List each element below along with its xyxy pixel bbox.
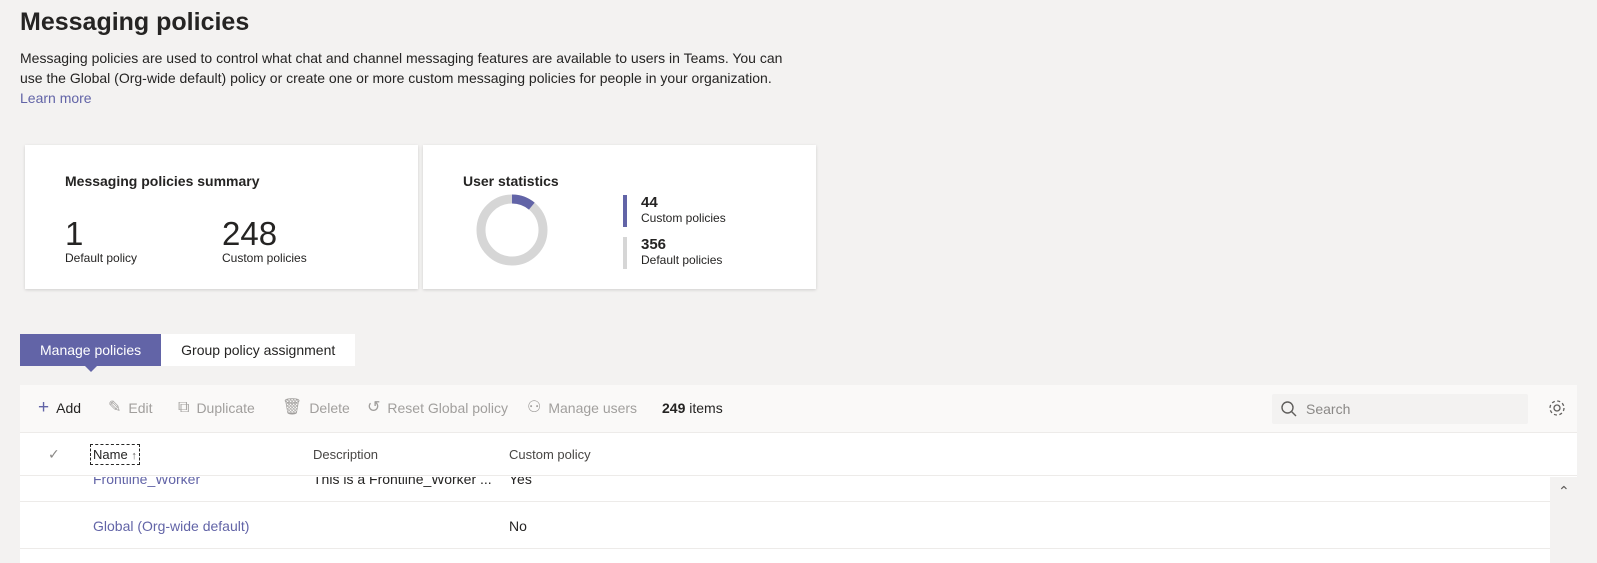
grid-toolbar: + Add ✎ Edit ⧉ Duplicate 🗑 Delete ↺ Rese… [20, 385, 1577, 433]
tab-manage-policies[interactable]: Manage policies [20, 334, 162, 372]
user-stats-donut-chart [476, 194, 548, 266]
duplicate-label: Duplicate [196, 400, 255, 416]
page-title: Messaging policies [20, 8, 250, 36]
search-icon [1281, 401, 1297, 417]
user-stats-title: User statistics [463, 173, 559, 189]
default-policies-value: 356 [641, 236, 667, 253]
table-body: Frontline_Worker This is a Frontline_Wor… [20, 477, 1550, 563]
select-all-checkmark-icon[interactable]: ✓ [48, 446, 60, 463]
delete-label: Delete [309, 400, 350, 416]
custom-policy-label: Custom policies [222, 251, 307, 265]
duplicate-icon: ⧉ [178, 399, 190, 416]
donut-track [476, 194, 548, 266]
trash-icon: 🗑 [282, 399, 303, 416]
plus-icon: + [38, 397, 50, 418]
vertical-scrollbar[interactable]: ⌃ [1550, 477, 1577, 563]
search-input[interactable] [1306, 401, 1516, 417]
table-header: ✓ Name ↑ Description Custom policy [20, 434, 1577, 476]
summary-title: Messaging policies summary [65, 173, 260, 189]
gear-icon[interactable] [1547, 398, 1567, 418]
policy-name-link[interactable]: Global (Org-wide default) [93, 518, 249, 534]
manage-users-label: Manage users [548, 400, 638, 416]
add-label: Add [56, 400, 82, 416]
edit-label: Edit [128, 400, 153, 416]
table-row[interactable]: Global (Org-wide default) No [20, 502, 1550, 549]
custom-policy-value: No [509, 518, 527, 534]
summary-card: Messaging policies summary 1 Default pol… [25, 145, 418, 289]
default-policies-stat: 356 Default policies [623, 237, 722, 269]
default-policy-count: 1 [65, 215, 84, 252]
column-header-custom-policy[interactable]: Custom policy [509, 447, 591, 462]
reset-label: Reset Global policy [387, 400, 509, 416]
policy-description: This is a Frontline_Worker ... [313, 477, 492, 487]
custom-policy-value: Yes [509, 477, 532, 487]
default-policies-label: Default policies [641, 253, 723, 267]
item-count-number: 249 [662, 400, 686, 416]
learn-more-link[interactable]: Learn more [20, 90, 92, 106]
delete-button[interactable]: 🗑 Delete [282, 399, 350, 417]
pencil-icon: ✎ [108, 399, 122, 416]
duplicate-button[interactable]: ⧉ Duplicate [178, 399, 255, 417]
policy-name-link[interactable]: Frontline_Worker [93, 477, 200, 487]
edit-button[interactable]: ✎ Edit [108, 399, 153, 417]
add-button[interactable]: + Add [38, 397, 82, 418]
page-description: Messaging policies are used to control w… [20, 48, 790, 108]
custom-policies-label: Custom policies [641, 211, 726, 225]
custom-policy-count: 248 [222, 215, 278, 252]
chevron-up-icon[interactable]: ⌃ [1558, 483, 1570, 500]
search-box[interactable] [1272, 394, 1528, 424]
intro-text: Messaging policies are used to control w… [20, 50, 783, 86]
item-count-label: items [689, 400, 723, 416]
manage-users-icon: ⚇ [527, 399, 542, 416]
default-policy-label: Default policy [65, 251, 138, 265]
reset-global-policy-button[interactable]: ↺ Reset Global policy [367, 399, 509, 417]
sort-up-icon: ↑ [131, 450, 137, 462]
manage-users-button[interactable]: ⚇ Manage users [527, 399, 638, 417]
tab-group-policy-assignment[interactable]: Group policy assignment [161, 334, 356, 366]
custom-policies-value: 44 [641, 194, 658, 211]
table-row[interactable]: Frontline_Worker This is a Frontline_Wor… [20, 477, 1550, 502]
column-header-name[interactable]: Name ↑ [90, 444, 140, 465]
column-header-description[interactable]: Description [313, 447, 378, 462]
column-name-label: Name [93, 447, 128, 462]
reset-icon: ↺ [367, 399, 381, 416]
user-statistics-card: User statistics 44 Custom policies 356 D… [423, 145, 816, 289]
item-count: 249 items [662, 400, 723, 416]
custom-policies-stat: 44 Custom policies [623, 195, 726, 227]
policies-grid: + Add ✎ Edit ⧉ Duplicate 🗑 Delete ↺ Rese… [20, 385, 1577, 563]
policy-tabs: Manage policies Group policy assignment [20, 334, 356, 372]
